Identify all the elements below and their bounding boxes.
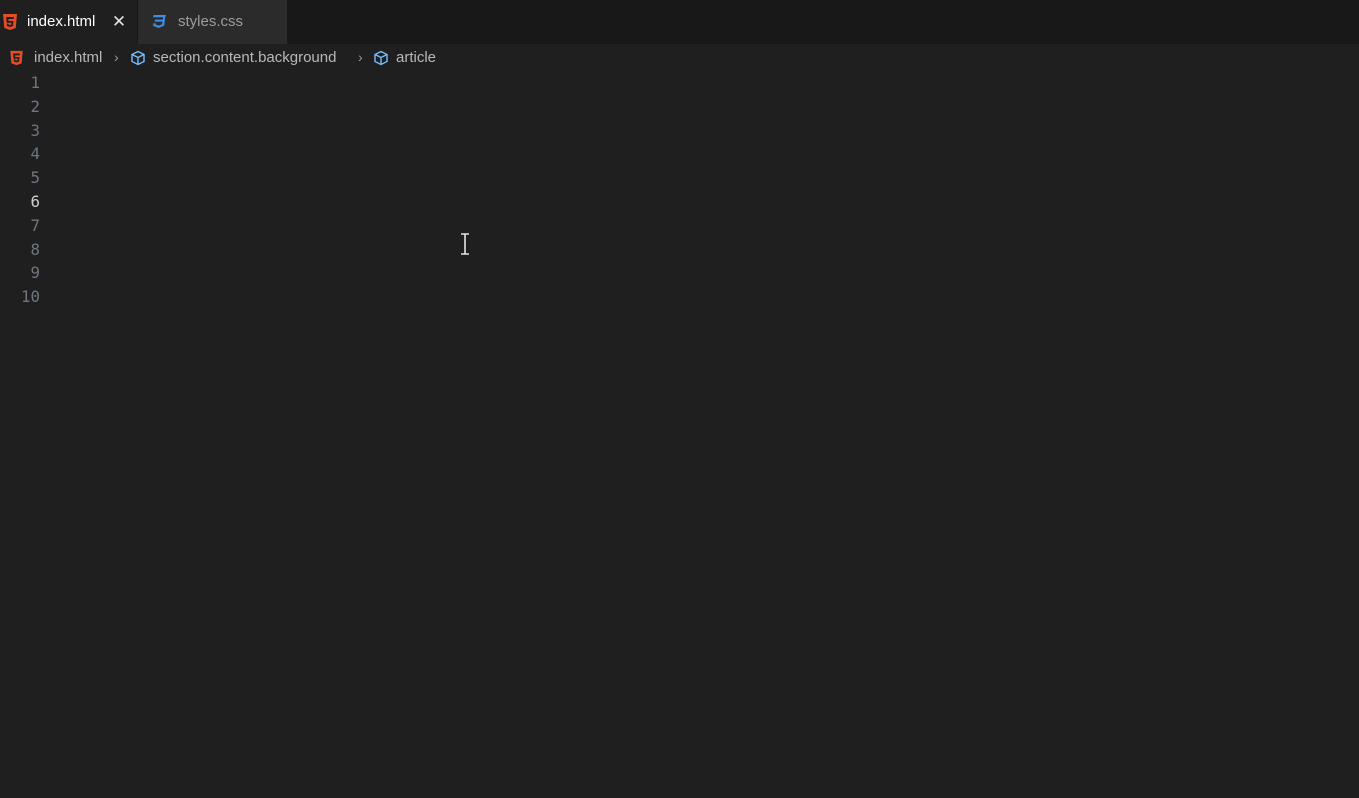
line-number: 10 bbox=[20, 287, 40, 306]
editor-area[interactable]: 12345678910 <h1 id="title">Hola</h1><p c… bbox=[0, 72, 1359, 798]
breadcrumb-item-article[interactable]: article bbox=[373, 49, 436, 66]
text-cursor-icon bbox=[461, 233, 469, 255]
html5-icon bbox=[10, 50, 23, 65]
line-number: 6 bbox=[30, 192, 40, 211]
line-number: 7 bbox=[30, 216, 40, 235]
line-number: 3 bbox=[30, 121, 40, 140]
tab-label: index.html bbox=[27, 13, 96, 30]
chevron-right-icon: › bbox=[114, 49, 119, 65]
tab-index-html[interactable]: index.html ✕ bbox=[0, 0, 137, 44]
breadcrumb-item-file[interactable]: index.html bbox=[9, 49, 102, 66]
line-number: 5 bbox=[30, 168, 40, 187]
html5-icon bbox=[3, 14, 17, 30]
tab-bar: index.html ✕ styles.css bbox=[0, 0, 1359, 44]
line-number: 2 bbox=[30, 97, 40, 116]
cube-icon bbox=[131, 50, 145, 65]
line-number: 1 bbox=[30, 73, 40, 92]
tab-label: styles.css bbox=[178, 13, 244, 30]
breadcrumb: index.html › section.content.background … bbox=[0, 44, 1359, 72]
breadcrumb-item-section[interactable]: section.content.background bbox=[130, 49, 336, 66]
line-number: 8 bbox=[30, 240, 40, 259]
line-number: 9 bbox=[30, 263, 40, 282]
breadcrumb-label: index.html bbox=[34, 49, 103, 66]
chevron-right-icon: › bbox=[358, 49, 363, 65]
breadcrumb-label: section.content.background bbox=[153, 49, 337, 66]
line-number: 4 bbox=[30, 144, 40, 163]
code-editor-window: index.html ✕ styles.css index.html › sec… bbox=[0, 0, 1359, 798]
breadcrumb-label: article bbox=[396, 49, 437, 66]
cube-icon bbox=[374, 50, 388, 65]
tab-styles-css[interactable]: styles.css bbox=[137, 0, 287, 44]
css3-icon bbox=[153, 15, 166, 28]
close-icon[interactable]: ✕ bbox=[110, 13, 128, 31]
